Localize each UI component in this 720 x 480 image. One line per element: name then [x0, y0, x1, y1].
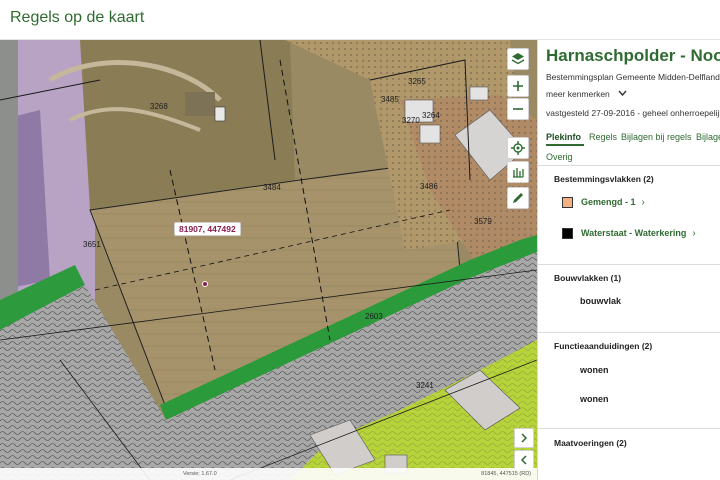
- expand-panel-button[interactable]: [514, 428, 534, 448]
- chevron-left-icon: [520, 455, 527, 465]
- map-canvas[interactable]: [0, 40, 537, 480]
- section-functieaanduidingen: Functieaanduidingen (2): [554, 341, 653, 351]
- parcel-label: 3264: [422, 111, 440, 120]
- section-bouwvlakken: Bouwvlakken (1): [554, 273, 622, 283]
- zoom-out-icon: [513, 108, 523, 110]
- measure-icon: [513, 168, 524, 178]
- more-properties-label: meer kenmerken: [546, 89, 610, 99]
- parcel-label: 3265: [408, 77, 426, 86]
- location-marker: [202, 281, 208, 287]
- plan-title: Harnaschpolder - Noord: [546, 46, 720, 65]
- info-panel: Harnaschpolder - Noord Bestemmingsplan G…: [537, 40, 720, 480]
- section-maatvoeringen: Maatvoeringen (2): [554, 438, 627, 448]
- tab-overig[interactable]: Overig: [546, 152, 573, 162]
- legend-item-waterstaat[interactable]: Waterstaat - Waterkering ›: [562, 225, 696, 241]
- pencil-icon: [513, 193, 523, 203]
- chevron-down-icon: [618, 90, 627, 97]
- page-title: Regels op de kaart: [10, 9, 145, 26]
- map-footer: Versie: 1.67.0 81845, 447515 (RD): [0, 468, 537, 480]
- collapse-panel-button[interactable]: [514, 450, 534, 470]
- color-swatch: [562, 196, 573, 208]
- parcel-label: 3241: [416, 381, 434, 390]
- functie-item: wonen: [580, 365, 609, 375]
- chevron-right-icon: ›: [692, 227, 696, 239]
- parcel-label: 3651: [83, 240, 101, 249]
- panel-tabs: Plekinfo Regels Bijlagen bij regels Bijl…: [538, 130, 720, 166]
- color-swatch: [562, 227, 573, 239]
- parcel-label: 3485: [381, 95, 399, 104]
- bouwvlak-item: bouwvlak: [580, 296, 622, 306]
- parcel-label: 3486: [420, 182, 438, 191]
- tab-plekinfo[interactable]: Plekinfo: [546, 132, 581, 142]
- map-view[interactable]: 3268 3265 3485 3264 3270 3484 3486 3579 …: [0, 40, 537, 480]
- plan-status: vastgesteld 27-09-2016 - geheel onherroe…: [546, 108, 720, 118]
- legend-label: Waterstaat - Waterkering: [581, 228, 687, 238]
- tab-bijlagen-bij-regels[interactable]: Bijlagen bij regels: [621, 132, 692, 142]
- zoom-out-button[interactable]: [507, 98, 529, 120]
- parcel-label: 2603: [365, 312, 383, 321]
- divider: [538, 332, 720, 333]
- active-tab-indicator: [546, 144, 584, 146]
- tab-regels[interactable]: Regels: [589, 132, 617, 142]
- locate-icon: [511, 141, 525, 155]
- parcel-label: 3270: [402, 116, 420, 125]
- coordinate-popup: 81907, 447492: [174, 222, 241, 236]
- more-properties-toggle[interactable]: meer kenmerken: [546, 89, 627, 99]
- legend-label: Gemengd - 1: [581, 197, 636, 207]
- divider: [538, 428, 720, 429]
- top-bar: Regels op de kaart: [0, 0, 720, 40]
- functie-item: wonen: [580, 394, 609, 404]
- legend-item-gemengd[interactable]: Gemengd - 1 ›: [562, 194, 645, 210]
- tab-bijlagen[interactable]: Bijlagen: [696, 132, 720, 142]
- draw-button[interactable]: [507, 187, 529, 209]
- app-root: Regels op de kaart 3268 3265 3485 3264 3…: [0, 0, 720, 480]
- layers-icon: [511, 53, 525, 65]
- chevron-right-icon: ›: [641, 196, 645, 208]
- plan-subtitle: Bestemmingsplan Gemeente Midden-Delfland: [546, 72, 720, 82]
- section-bestemmingsvlakken: Bestemmingsvlakken (2): [554, 174, 654, 184]
- layers-button[interactable]: [507, 48, 529, 70]
- cursor-coordinates: 81845, 447515 (RD): [481, 471, 531, 477]
- parcel-label: 3268: [150, 102, 168, 111]
- zoom-in-button[interactable]: [507, 75, 529, 97]
- version-label: Versie: 1.67.0: [183, 471, 217, 477]
- chevron-right-icon: [521, 433, 528, 443]
- zoom-in-icon: [513, 81, 523, 91]
- parcel-label: 3484: [263, 183, 281, 192]
- divider: [538, 264, 720, 265]
- measure-button[interactable]: [507, 161, 529, 183]
- locate-button[interactable]: [507, 137, 529, 159]
- parcel-label: 3579: [474, 217, 492, 226]
